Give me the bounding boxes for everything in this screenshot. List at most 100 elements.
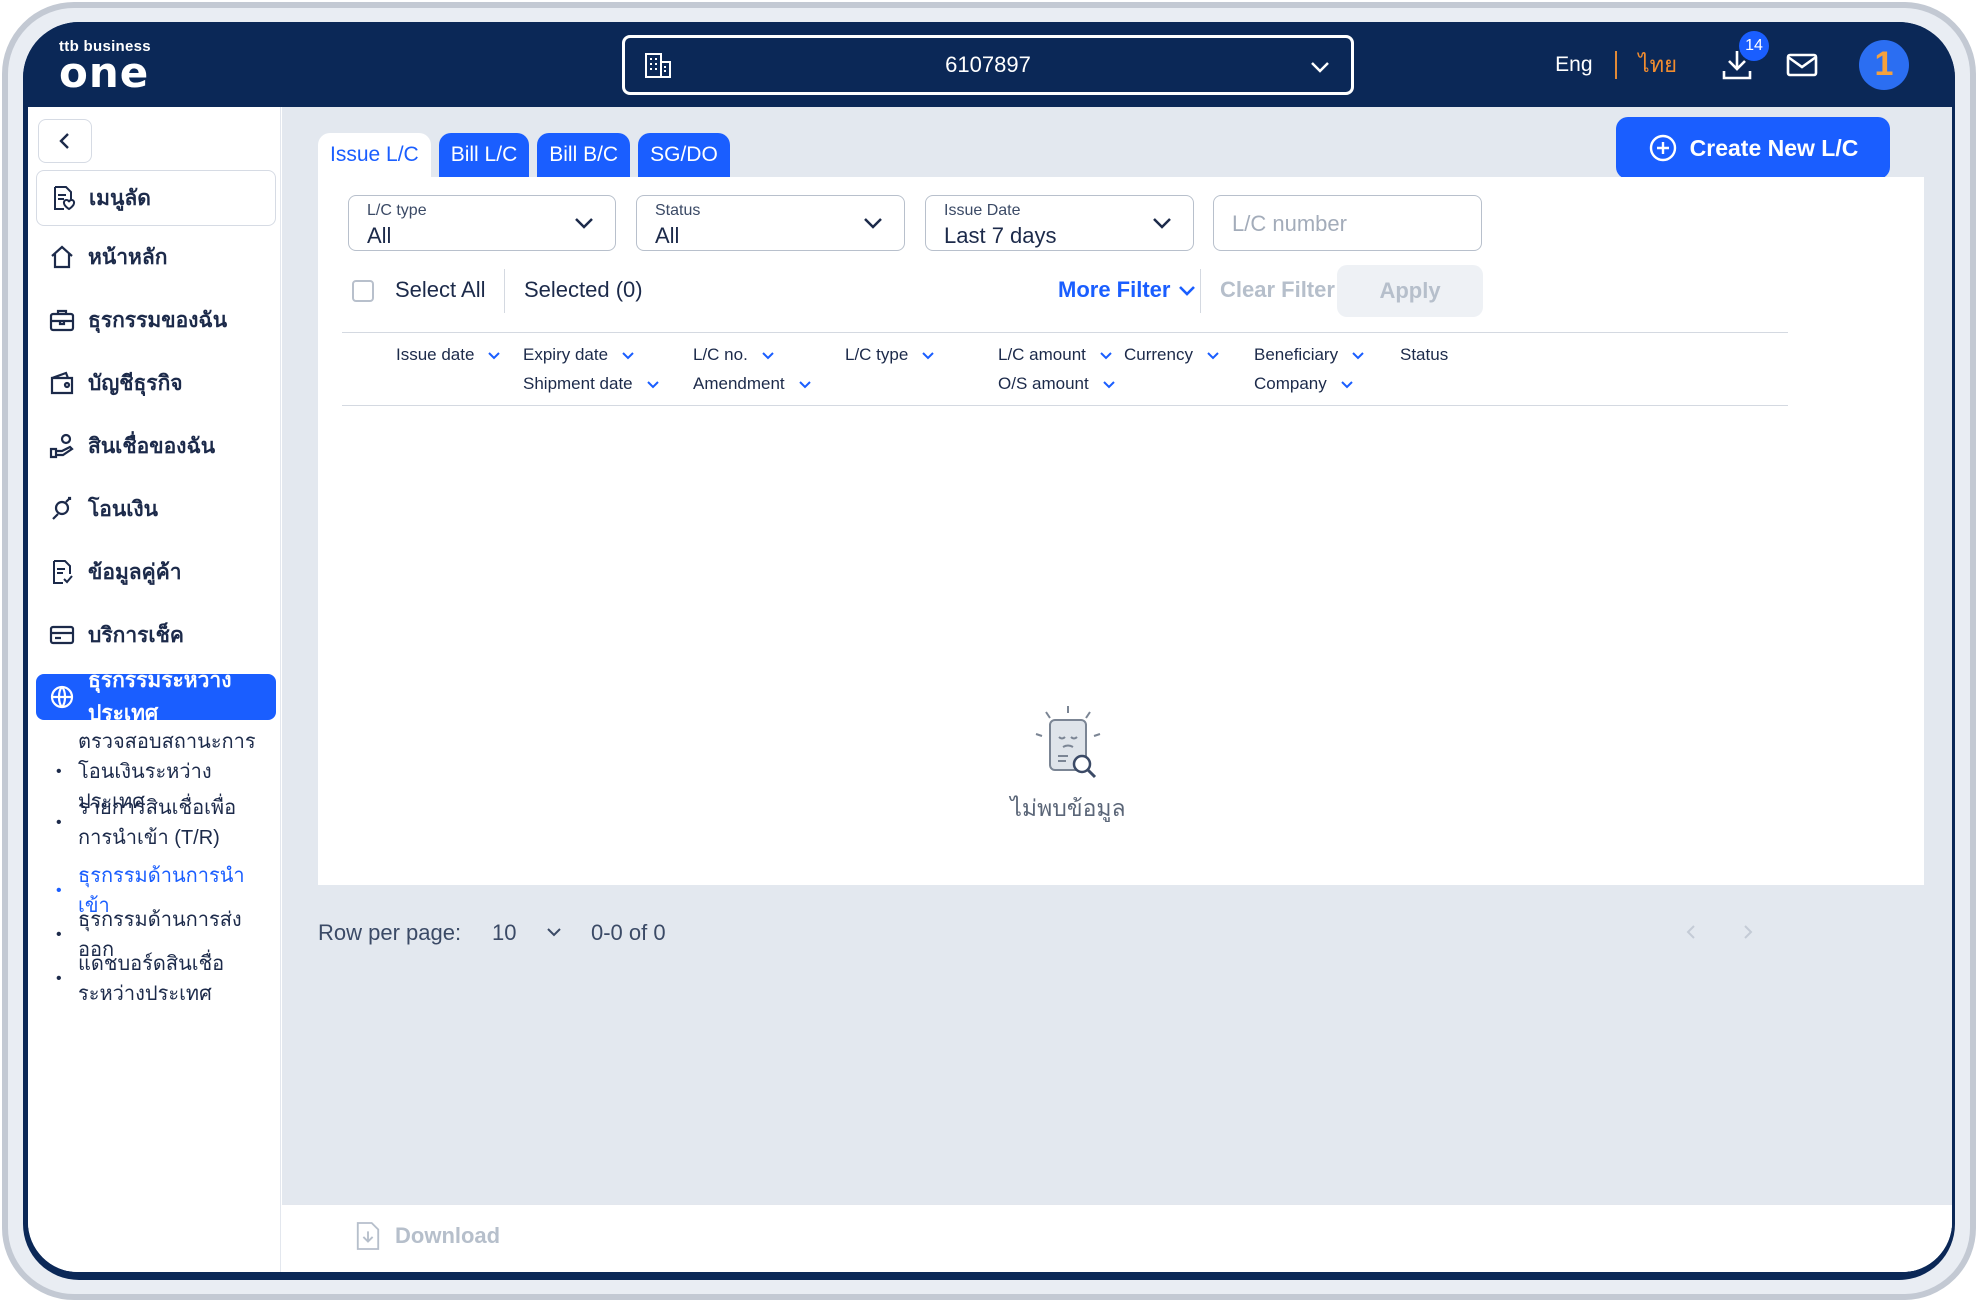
chevron-left-icon [59,133,69,149]
sidebar-subitem-dashboard[interactable]: แดชบอร์ดสินเชื่อ ระหว่างประเทศ [56,949,276,1009]
sidebar-item-international[interactable]: ธุรกรรมระหว่างประเทศ [36,669,276,725]
divider [504,269,505,313]
download-button[interactable]: Download [355,1221,500,1251]
col-issue-date[interactable]: Issue date [396,345,502,365]
lang-divider [1614,50,1617,79]
download-center-button[interactable]: 14 [1719,30,1769,83]
sidebar-item-cheque[interactable]: บริการเช็ค [36,607,276,663]
sidebar-item-label: ข้อมูลคู่ค้า [88,560,182,584]
more-filter-button[interactable]: More Filter [1058,277,1198,303]
page-range: 0-0 of 0 [591,920,666,945]
col-label: L/C amount [998,345,1086,364]
select-all-label[interactable]: Select All [395,277,486,303]
col-shipment-date[interactable]: Shipment date [523,374,661,394]
sidebar-item-my-transactions[interactable]: ธุรกรรมของฉัน [36,292,276,348]
selection-toolbar: Select All Selected (0) More Filter Clea… [318,265,1924,317]
lang-eng-button[interactable]: Eng [1555,53,1592,77]
home-icon [51,245,73,269]
sidebar-item-partners[interactable]: ข้อมูลคู่ค้า [36,544,276,600]
col-amendment[interactable]: Amendment [693,374,813,394]
lang-thai-button[interactable]: ไทย [1639,47,1677,82]
col-company[interactable]: Company [1254,374,1355,394]
chevron-down-icon [1153,218,1171,229]
chevron-down-icon [1179,286,1196,296]
footer-bar: Download [282,1204,1952,1272]
sidebar-item-label: ธุรกรรมของฉัน [88,308,228,332]
pagination: Row per page: 10 0-0 of 0 [318,884,1924,984]
account-selector[interactable]: 6107897 [622,35,1354,95]
sidebar-item-shortcut[interactable]: เมนูลัด [36,170,276,226]
download-label: Download [395,1223,501,1248]
file-download-icon [356,1222,380,1250]
tab-sg-do[interactable]: SG/DO [638,133,730,177]
lc-type-label: L/C type [367,202,427,219]
mail-icon[interactable] [1785,48,1819,82]
col-lc-amount[interactable]: L/C amount [998,345,1114,365]
rows-per-page-label: Row per page: [318,920,462,945]
sidebar-item-my-loans[interactable]: สินเชื่อของฉัน [36,418,276,474]
col-label: L/C no. [693,345,748,364]
col-expiry-date[interactable]: Expiry date [523,345,636,365]
brand-logo[interactable]: ttb business one [59,38,151,97]
chevron-down-icon [622,352,634,360]
sidebar-item-label: สินเชื่อของฉัน [88,434,216,458]
select-all-checkbox[interactable] [352,280,374,302]
lc-number-placeholder: L/C number [1232,211,1347,236]
document-check-icon [53,560,73,584]
col-beneficiary[interactable]: Beneficiary [1254,345,1366,365]
create-button-label: Create New L/C [1689,134,1859,161]
issue-date-dropdown[interactable]: Issue Date Last 7 days [925,195,1194,251]
apply-button[interactable]: Apply [1337,265,1483,317]
table-header: Issue date Expiry date Shipment date L/C… [342,332,1788,406]
col-label: Expiry date [523,345,609,364]
chevron-down-icon [1352,352,1364,360]
col-label: Amendment [693,374,785,393]
issue-date-label: Issue Date [944,202,1021,219]
tab-bill-lc[interactable]: Bill L/C [438,133,530,177]
rows-per-page-select[interactable]: 10 [492,920,516,946]
tab-bill-bc[interactable]: Bill B/C [537,133,631,177]
header-actions: Eng ไทย 14 1 [1555,22,1909,107]
lc-list-card: L/C type All Status All Issue Date Last … [318,177,1924,885]
sidebar-item-label: บริการเช็ค [88,623,184,647]
chevron-down-icon [1207,352,1219,360]
no-data-document-icon [1035,706,1101,779]
empty-state-text: ไม่พบข้อมูล [1010,795,1126,821]
main-content: Issue L/C Bill L/C Bill B/C SG/DO Create… [282,107,1952,1272]
selected-count: Selected (0) [524,277,643,302]
sidebar-subitem-trust-receipt[interactable]: รายการสินเชื่อเพื่อการนำเข้า (T/R) [56,793,276,853]
clear-filter-button[interactable]: Clear Filter [1220,277,1335,303]
col-label: Beneficiary [1254,345,1339,364]
col-lc-no[interactable]: L/C no. [693,345,776,365]
sidebar-item-label: บัญชีธุรกิจ [88,371,183,395]
col-lc-type[interactable]: L/C type [845,345,936,365]
col-label: Issue date [396,345,475,364]
avatar[interactable]: 1 [1859,39,1909,90]
document-heart-icon [54,186,76,211]
col-currency[interactable]: Currency [1124,345,1221,365]
create-new-lc-button[interactable]: Create New L/C [1616,117,1890,179]
lc-number-input[interactable]: L/C number [1213,195,1482,251]
chevron-right-icon[interactable] [1738,922,1758,942]
sidebar-item-transfer[interactable]: โอนเงิน [36,481,276,537]
tab-issue-lc[interactable]: Issue L/C [318,133,431,177]
logo-main-text: one [59,48,150,97]
chevron-down-icon [1341,381,1353,389]
col-label: L/C type [845,345,909,364]
cheque-icon [49,625,75,645]
sidebar-item-label: ธุรกรรมระหว่างประเทศ [88,669,232,725]
col-os-amount[interactable]: O/S amount [998,374,1117,394]
chevron-left-icon[interactable] [1681,922,1701,942]
chevron-down-icon[interactable] [544,922,564,942]
status-value: All [655,223,680,248]
sidebar-item-home[interactable]: หน้าหลัก [36,229,276,285]
col-label: Status [1400,345,1449,364]
sidebar: เมนูลัด หน้าหลัก ธุรกรรมของฉัน บัญชีธุรก… [28,107,281,1272]
sidebar-item-label: หน้าหลัก [88,245,168,269]
wallet-icon [50,371,74,395]
sidebar-item-business-account[interactable]: บัญชีธุรกิจ [36,355,276,411]
lc-type-dropdown[interactable]: L/C type All [348,195,616,251]
col-label: Shipment date [523,374,633,393]
collapse-sidebar-button[interactable] [38,119,92,163]
status-dropdown[interactable]: Status All [636,195,905,251]
